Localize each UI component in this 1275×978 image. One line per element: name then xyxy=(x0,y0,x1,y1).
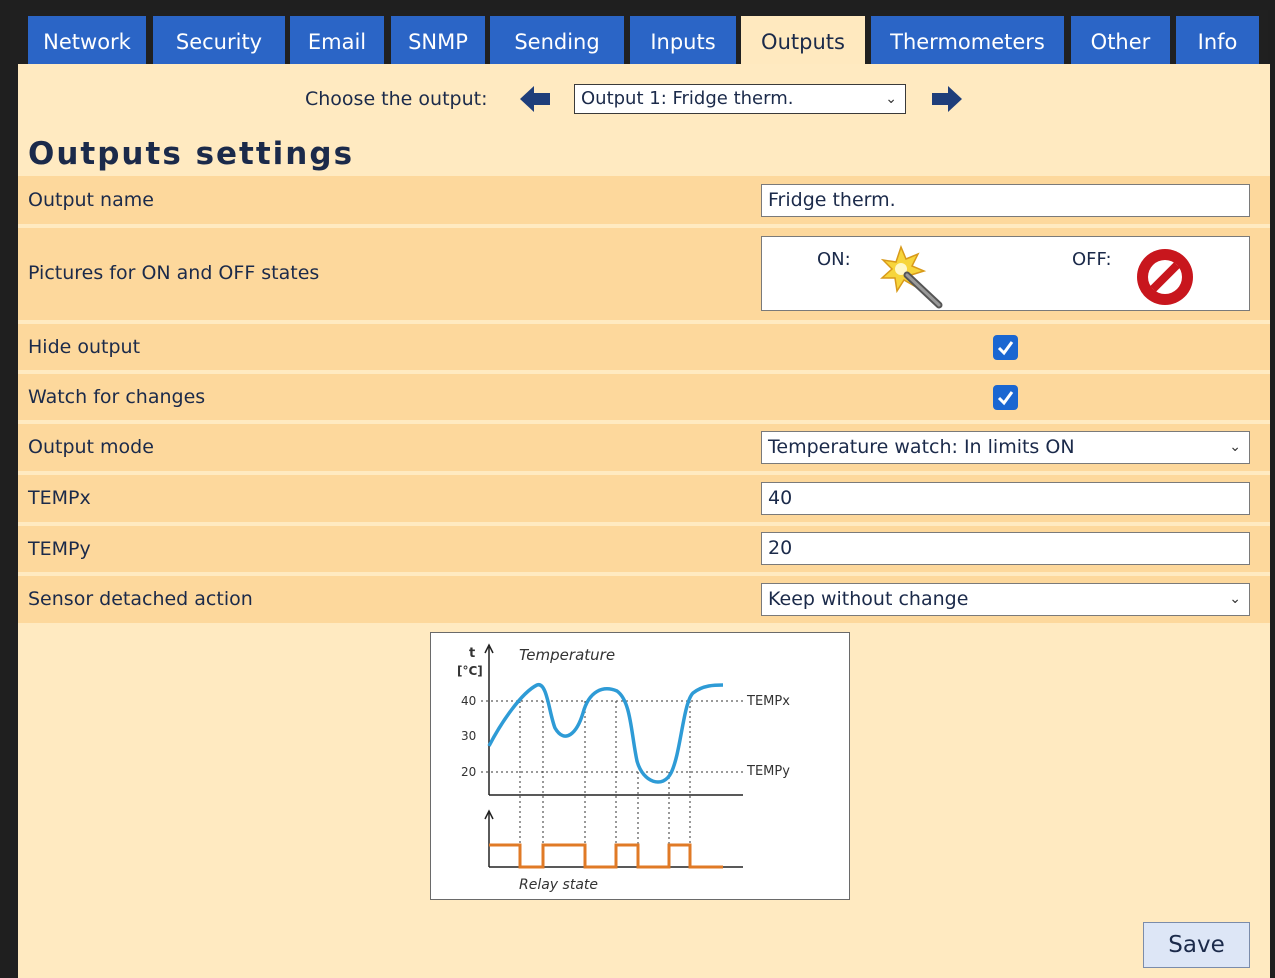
settings-panel: Choose the output: Output 1: Fridge ther… xyxy=(18,64,1270,978)
magic-wand-icon[interactable] xyxy=(877,243,947,309)
temperature-curve xyxy=(487,683,724,784)
choose-output-label: Choose the output: xyxy=(305,88,488,110)
watch-changes-checkbox[interactable] xyxy=(993,385,1018,410)
tick-40: 40 xyxy=(461,694,476,708)
temperature-title: Temperature xyxy=(519,646,615,664)
axis-unit-label: [°C] xyxy=(457,664,483,678)
output-select-value: Output 1: Fridge therm. xyxy=(581,88,794,109)
tab-network[interactable]: Network xyxy=(28,16,146,64)
relay-state-label: Relay state xyxy=(519,877,598,893)
save-button[interactable]: Save xyxy=(1143,922,1250,968)
row-hide-output: Hide output xyxy=(18,324,1270,370)
output-name-label: Output name xyxy=(28,189,154,211)
row-tempx: TEMPx 40 xyxy=(18,475,1270,522)
output-mode-label: Output mode xyxy=(28,436,154,458)
pictures-box: ON: OFF: xyxy=(761,236,1250,311)
tab-outputs[interactable]: Outputs xyxy=(741,16,865,64)
tab-security[interactable]: Security xyxy=(153,16,285,64)
off-label: OFF: xyxy=(1072,249,1112,270)
sensor-detached-label: Sensor detached action xyxy=(28,588,253,610)
tab-inputs[interactable]: Inputs xyxy=(630,16,736,64)
tempx-label: TEMPx xyxy=(28,487,91,509)
tempy-diagram-label: TEMPy xyxy=(746,764,790,779)
tab-other[interactable]: Other xyxy=(1071,16,1170,64)
hide-output-label: Hide output xyxy=(28,336,141,358)
arrow-right-icon[interactable] xyxy=(930,84,964,114)
row-output-name: Output name Fridge therm. xyxy=(18,176,1270,224)
chevron-down-icon: ⌄ xyxy=(885,91,897,107)
page-title: Outputs settings xyxy=(28,136,355,172)
chevron-down-icon: ⌄ xyxy=(1229,591,1241,607)
tempy-label: TEMPy xyxy=(28,538,91,560)
output-select[interactable]: Output 1: Fridge therm. ⌄ xyxy=(574,84,906,114)
tick-20: 20 xyxy=(461,765,476,779)
tick-30: 30 xyxy=(461,729,476,743)
watch-changes-label: Watch for changes xyxy=(28,386,206,408)
diagram-svg: t [°C] Temperature 40 30 20 TEMPx TEMPy … xyxy=(457,643,790,893)
tab-info[interactable]: Info xyxy=(1176,16,1259,64)
tempy-input[interactable]: 20 xyxy=(761,532,1250,565)
tab-sending[interactable]: Sending xyxy=(490,16,624,64)
sensor-detached-value: Keep without change xyxy=(768,588,969,610)
sensor-detached-select[interactable]: Keep without change ⌄ xyxy=(761,583,1250,616)
tab-snmp[interactable]: SNMP xyxy=(391,16,485,64)
tab-email[interactable]: Email xyxy=(290,16,384,64)
tempx-diagram-label: TEMPx xyxy=(746,694,790,709)
arrow-left-icon[interactable] xyxy=(518,84,552,114)
tempx-input[interactable]: 40 xyxy=(761,482,1250,515)
output-chooser: Choose the output: Output 1: Fridge ther… xyxy=(18,64,1270,136)
relay-state-line xyxy=(489,843,723,869)
row-pictures: Pictures for ON and OFF states ON: OFF: xyxy=(18,228,1270,320)
relay-diagram: t [°C] Temperature 40 30 20 TEMPx TEMPy … xyxy=(430,632,850,900)
output-mode-select[interactable]: Temperature watch: In limits ON ⌄ xyxy=(761,431,1250,464)
row-sensor-detached: Sensor detached action Keep without chan… xyxy=(18,576,1270,623)
axis-t-label: t xyxy=(469,646,475,661)
output-mode-value: Temperature watch: In limits ON xyxy=(768,436,1075,458)
pictures-label: Pictures for ON and OFF states xyxy=(28,262,320,284)
row-output-mode: Output mode Temperature watch: In limits… xyxy=(18,424,1270,471)
tab-thermometers[interactable]: Thermometers xyxy=(871,16,1064,64)
chevron-down-icon: ⌄ xyxy=(1229,439,1241,455)
hide-output-checkbox[interactable] xyxy=(993,335,1018,360)
diagram-guides xyxy=(481,700,743,867)
diagram-axes xyxy=(484,643,743,868)
on-label: ON: xyxy=(817,249,851,270)
row-watch-changes: Watch for changes xyxy=(18,374,1270,420)
row-tempy: TEMPy 20 xyxy=(18,526,1270,572)
output-name-input[interactable]: Fridge therm. xyxy=(761,184,1250,217)
no-entry-icon[interactable] xyxy=(1132,245,1198,309)
